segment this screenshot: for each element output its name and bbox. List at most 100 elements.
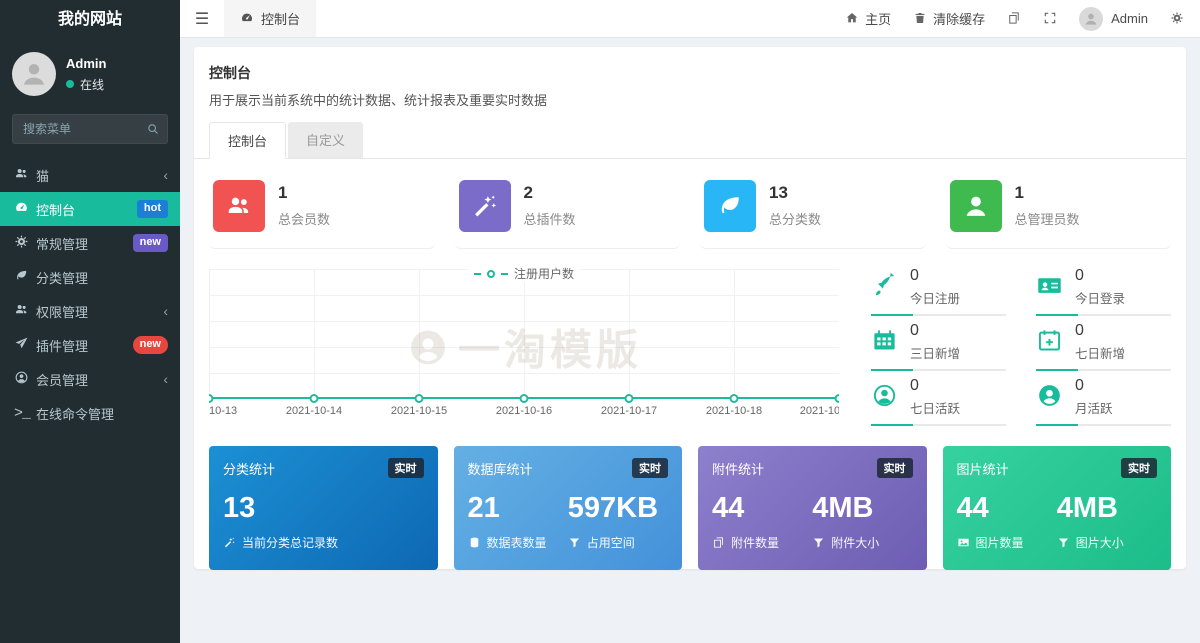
- data-point: [414, 394, 423, 403]
- legend-label: 注册用户数: [514, 265, 574, 282]
- sidebar-item-cat[interactable]: 猫 ‹: [0, 158, 180, 192]
- data-point: [835, 394, 840, 403]
- card-category-stats: 分类统计 实时 13 当前分类总记录数: [209, 446, 438, 570]
- chevron-left-icon: ‹: [163, 167, 168, 183]
- mini-stat-7day-active: 0 七日活跃: [871, 377, 1006, 426]
- card-title: 图片统计: [957, 459, 1009, 478]
- mini-stat-3day-new: 0 三日新增: [871, 322, 1006, 371]
- clear-cache-link[interactable]: 清除缓存: [913, 9, 985, 28]
- legend-marker-icon: [487, 270, 495, 278]
- chevron-left-icon: ‹: [163, 371, 168, 387]
- sidebar-item-category[interactable]: 分类管理: [0, 260, 180, 294]
- mini-stat-today-register: 0 今日注册: [871, 267, 1006, 316]
- sidebar-item-member[interactable]: 会员管理 ‹: [0, 362, 180, 396]
- wand-icon: [459, 180, 511, 232]
- rocket-icon: [871, 272, 898, 303]
- mini-stat-month-active: 0 月活跃: [1036, 377, 1171, 426]
- card-attachment-stats: 附件统计 实时 44 附件数量 4MB 附件大小: [698, 446, 927, 570]
- id-card-icon: [1036, 272, 1063, 303]
- calendar-icon: [871, 327, 898, 358]
- cogs-icon: [14, 234, 36, 251]
- users-icon: [213, 180, 265, 232]
- card-title: 数据库统计: [468, 459, 533, 478]
- search-icon: [146, 121, 160, 137]
- x-tick: 2021-10: [800, 405, 839, 417]
- menu-toggle-icon[interactable]: ☰: [180, 0, 224, 37]
- tab-custom[interactable]: 自定义: [288, 122, 363, 158]
- realtime-badge: 实时: [632, 458, 668, 478]
- users-icon: [14, 166, 36, 183]
- data-point: [209, 394, 214, 403]
- settings-gear-icon[interactable]: [1170, 11, 1184, 27]
- data-point: [729, 394, 738, 403]
- topbar-tab-console[interactable]: 控制台: [224, 0, 316, 37]
- new-badge: new: [133, 234, 168, 251]
- users-icon: [14, 302, 36, 319]
- dashboard-icon: [240, 11, 254, 27]
- paper-plane-icon: [14, 336, 36, 353]
- sidebar-item-dashboard[interactable]: 控制台 hot: [0, 192, 180, 226]
- user-circle-icon: [1036, 382, 1063, 413]
- card-title: 分类统计: [223, 459, 275, 478]
- copy-icon: [712, 535, 725, 550]
- stat-total-addons: 2 总插件数: [455, 174, 681, 249]
- wand-icon: [223, 535, 236, 550]
- hot-badge: hot: [137, 200, 168, 217]
- user-circle-outline-icon: [871, 382, 898, 413]
- leaf-icon: [14, 268, 36, 285]
- sidebar-item-general[interactable]: 常规管理 new: [0, 226, 180, 260]
- card-image-stats: 图片统计 实时 44 图片数量 4MB 图片大小: [943, 446, 1172, 570]
- topbar: ☰ 控制台 主页 清除缓存 Admin: [180, 0, 1200, 38]
- terminal-icon: >_: [14, 405, 36, 422]
- user-panel: Admin 在线: [0, 40, 180, 106]
- realtime-badge: 实时: [877, 458, 913, 478]
- search-input[interactable]: [12, 114, 168, 144]
- page-subtitle: 用于展示当前系统中的统计数据、统计报表及重要实时数据: [209, 90, 1171, 109]
- user-icon: [950, 180, 1002, 232]
- realtime-badge: 实时: [1121, 458, 1157, 478]
- topbar-username: Admin: [1111, 11, 1148, 26]
- leaf-icon: [704, 180, 756, 232]
- sidebar-item-command[interactable]: >_ 在线命令管理: [0, 396, 180, 430]
- database-icon: [468, 535, 481, 550]
- x-tick: 2021-10-16: [496, 405, 552, 417]
- stat-total-categories: 13 总分类数: [700, 174, 926, 249]
- x-tick: 2021-10-17: [601, 405, 657, 417]
- calendar-plus-icon: [1036, 327, 1063, 358]
- new-badge: new: [133, 336, 168, 353]
- language-icon[interactable]: [1007, 11, 1021, 27]
- sidebar-menu: 猫 ‹ 控制台 hot 常规管理 new 分类管理 权限管理 ‹ 插件管理 ne…: [0, 158, 180, 430]
- home-link[interactable]: 主页: [845, 9, 891, 28]
- avatar: [12, 52, 56, 96]
- funnel-icon: [568, 535, 581, 550]
- sidebar-item-auth[interactable]: 权限管理 ‹: [0, 294, 180, 328]
- stats-row: 1 总会员数 2 总插件数 13 总分类数 1: [209, 174, 1171, 249]
- x-tick: 2021-10-18: [706, 405, 762, 417]
- tab-console[interactable]: 控制台: [209, 122, 286, 159]
- user-status: 在线: [80, 76, 104, 93]
- topbar-user-menu[interactable]: Admin: [1079, 7, 1148, 31]
- data-point: [520, 394, 529, 403]
- sidebar-item-addon[interactable]: 插件管理 new: [0, 328, 180, 362]
- data-point: [310, 394, 319, 403]
- realtime-badge: 实时: [388, 458, 424, 478]
- dashboard-panel: 控制台 用于展示当前系统中的统计数据、统计报表及重要实时数据 控制台 自定义 1…: [194, 47, 1186, 569]
- stat-total-admins: 1 总管理员数: [946, 174, 1172, 249]
- site-title: 我的网站: [0, 0, 180, 40]
- page-title: 控制台: [209, 63, 1171, 83]
- chevron-left-icon: ‹: [163, 303, 168, 319]
- home-icon: [845, 11, 859, 27]
- trash-icon: [913, 11, 927, 27]
- chart-legend[interactable]: 注册用户数: [468, 265, 580, 282]
- main-content: 控制台 用于展示当前系统中的统计数据、统计报表及重要实时数据 控制台 自定义 1…: [180, 39, 1200, 643]
- image-icon: [957, 535, 970, 550]
- sidebar: 我的网站 Admin 在线 猫 ‹ 控制台 hot 常规管理 new 分类管理: [0, 0, 180, 643]
- mini-stats: 0 今日注册 0 今日登录: [871, 265, 1171, 426]
- x-tick: 2021-10-14: [286, 405, 342, 417]
- card-database-stats: 数据库统计 实时 21 数据表数量 597KB 占用空间: [454, 446, 683, 570]
- watermark: 一淘模版: [406, 317, 642, 378]
- fullscreen-icon[interactable]: [1043, 11, 1057, 27]
- funnel-icon: [1057, 535, 1070, 550]
- card-title: 附件统计: [712, 459, 764, 478]
- mini-stat-7day-new: 0 七日新增: [1036, 322, 1171, 371]
